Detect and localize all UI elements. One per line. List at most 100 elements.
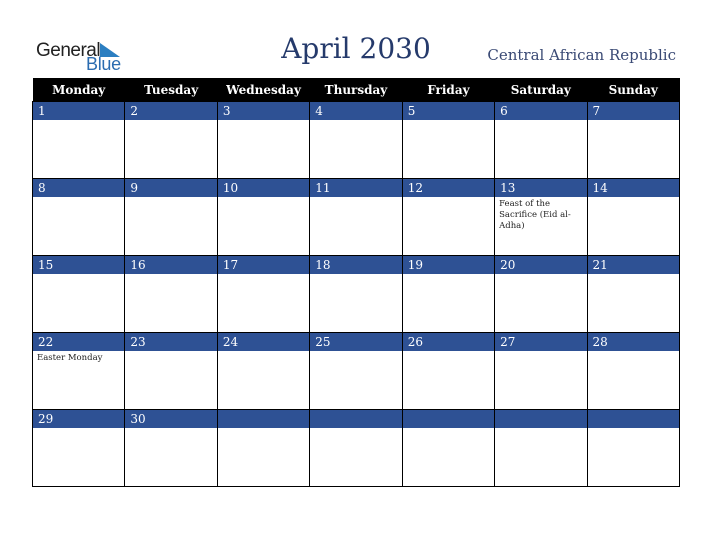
day-cell[interactable] [216, 409, 311, 487]
day-number: 8 [33, 179, 125, 197]
day-number: 16 [125, 256, 217, 274]
holiday-event [125, 428, 216, 432]
day-number: 11 [310, 179, 402, 197]
day-cell[interactable]: 10 [216, 178, 311, 256]
week-row: 1234567 [31, 101, 681, 179]
holiday-event [495, 120, 586, 124]
holiday-event [33, 120, 124, 124]
day-cell[interactable] [401, 409, 496, 487]
day-cell[interactable] [586, 409, 681, 487]
day-number: 6 [495, 102, 587, 120]
day-number: 7 [587, 102, 679, 120]
day-cell[interactable]: 8 [31, 178, 126, 256]
day-number: 14 [587, 179, 679, 197]
holiday-event: Feast of the Sacrifice (Eid al-Adha) [499, 199, 571, 231]
holiday-event [495, 274, 586, 278]
day-number: 4 [310, 102, 402, 120]
day-cell[interactable]: 25 [309, 332, 403, 410]
day-number: 29 [33, 410, 125, 428]
day-cell[interactable]: 14 [586, 178, 681, 256]
day-number [495, 410, 587, 428]
holiday-event [125, 120, 216, 124]
day-cell[interactable]: 17 [216, 255, 311, 333]
day-cell[interactable]: 16 [124, 255, 218, 333]
holiday-event [33, 274, 124, 278]
day-number: 27 [495, 333, 587, 351]
day-cell[interactable]: 30 [124, 409, 218, 487]
day-cell[interactable]: 4 [309, 101, 403, 179]
day-number: 2 [125, 102, 217, 120]
day-cell[interactable]: 9 [124, 178, 218, 256]
weekday-header: Tuesday [124, 78, 218, 102]
day-number: 13 [495, 179, 587, 197]
holiday-event [125, 351, 216, 355]
holiday-event [403, 120, 494, 124]
day-cell[interactable]: 15 [31, 255, 126, 333]
day-cell[interactable]: 24 [216, 332, 311, 410]
day-cell[interactable]: 13 Feast of the Sacrifice (Eid al-Adha) [494, 178, 588, 256]
day-cell[interactable] [494, 409, 588, 487]
holiday-event [310, 351, 401, 355]
holiday-event [310, 428, 401, 432]
day-number [217, 410, 310, 428]
day-number: 12 [402, 179, 495, 197]
day-cell[interactable]: 6 [494, 101, 588, 179]
day-number: 9 [125, 179, 217, 197]
calendar-grid: Monday Tuesday Wednesday Thursday Friday… [31, 78, 681, 487]
day-cell[interactable]: 2 [124, 101, 218, 179]
day-cell[interactable]: 22 Easter Monday [31, 332, 126, 410]
day-cell[interactable]: 7 [586, 101, 681, 179]
holiday-event [310, 274, 401, 278]
day-cell[interactable] [309, 409, 403, 487]
day-cell[interactable]: 29 [31, 409, 126, 487]
day-number: 26 [402, 333, 495, 351]
holiday-event [33, 428, 124, 432]
week-row: 22 Easter Monday 23 24 25 26 27 28 [31, 332, 681, 410]
holiday-event [495, 428, 586, 432]
holiday-event [125, 274, 216, 278]
holiday-event [218, 197, 309, 201]
holiday-event [310, 197, 401, 201]
holiday-event [218, 351, 309, 355]
day-number: 24 [217, 333, 310, 351]
weekday-header: Friday [402, 78, 495, 102]
week-row: 8 9 10 11 12 13 Feast of the Sacrifice (Eid al… [31, 178, 681, 256]
weekday-header-row: Monday Tuesday Wednesday Thursday Friday… [32, 78, 680, 102]
day-number: 3 [217, 102, 310, 120]
day-cell[interactable]: 27 [494, 332, 588, 410]
day-cell[interactable]: 5 [401, 101, 496, 179]
holiday-event [403, 428, 494, 432]
day-cell[interactable]: 11 [309, 178, 403, 256]
day-number: 5 [402, 102, 495, 120]
day-cell[interactable]: 20 [494, 255, 588, 333]
day-number: 1 [33, 102, 125, 120]
day-cell[interactable]: 12 [401, 178, 496, 256]
day-cell[interactable]: 26 [401, 332, 496, 410]
weekday-header: Thursday [309, 78, 403, 102]
day-cell[interactable]: 23 [124, 332, 218, 410]
weekday-header: Sunday [587, 78, 680, 102]
holiday-event [218, 274, 309, 278]
day-cell[interactable]: 28 [586, 332, 681, 410]
country-label: Central African Republic [487, 46, 676, 64]
day-number [310, 410, 402, 428]
day-cell[interactable]: 18 [309, 255, 403, 333]
day-number: 10 [217, 179, 310, 197]
day-number: 18 [310, 256, 402, 274]
holiday-event [403, 351, 494, 355]
day-number: 22 [33, 333, 125, 351]
holiday-event [218, 120, 309, 124]
weekday-header: Wednesday [217, 78, 310, 102]
holiday-event [218, 428, 309, 432]
day-number: 15 [33, 256, 125, 274]
day-number: 23 [125, 333, 217, 351]
day-number: 17 [217, 256, 310, 274]
holiday-event [588, 197, 679, 201]
day-cell[interactable]: 1 [31, 101, 126, 179]
day-number: 21 [587, 256, 679, 274]
day-number: 28 [587, 333, 679, 351]
day-cell[interactable]: 19 [401, 255, 496, 333]
day-cell[interactable]: 21 [586, 255, 681, 333]
holiday-event [588, 428, 679, 432]
day-cell[interactable]: 3 [216, 101, 311, 179]
